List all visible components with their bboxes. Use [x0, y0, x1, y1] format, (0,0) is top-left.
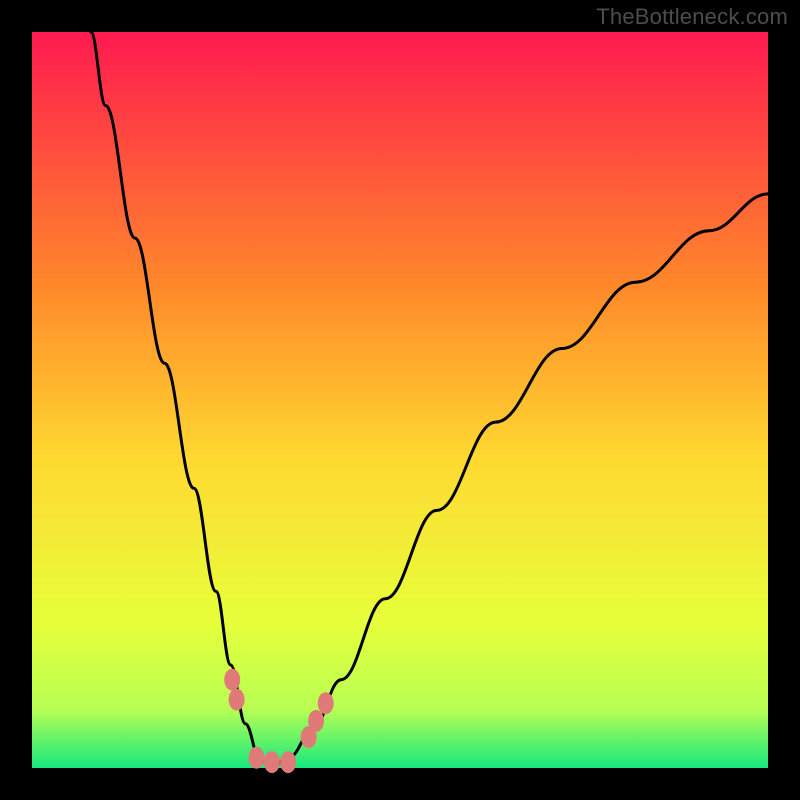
curve-marker: [249, 747, 265, 769]
plot-background: [32, 32, 768, 768]
curve-marker: [318, 692, 334, 714]
curve-marker: [280, 751, 296, 773]
curve-marker: [229, 689, 245, 711]
curve-marker: [308, 710, 324, 732]
curve-marker: [224, 669, 240, 691]
chart-stage: TheBottleneck.com: [0, 0, 800, 800]
bottleneck-plot: [0, 0, 800, 800]
curve-marker: [264, 751, 280, 773]
watermark-text: TheBottleneck.com: [596, 4, 788, 30]
